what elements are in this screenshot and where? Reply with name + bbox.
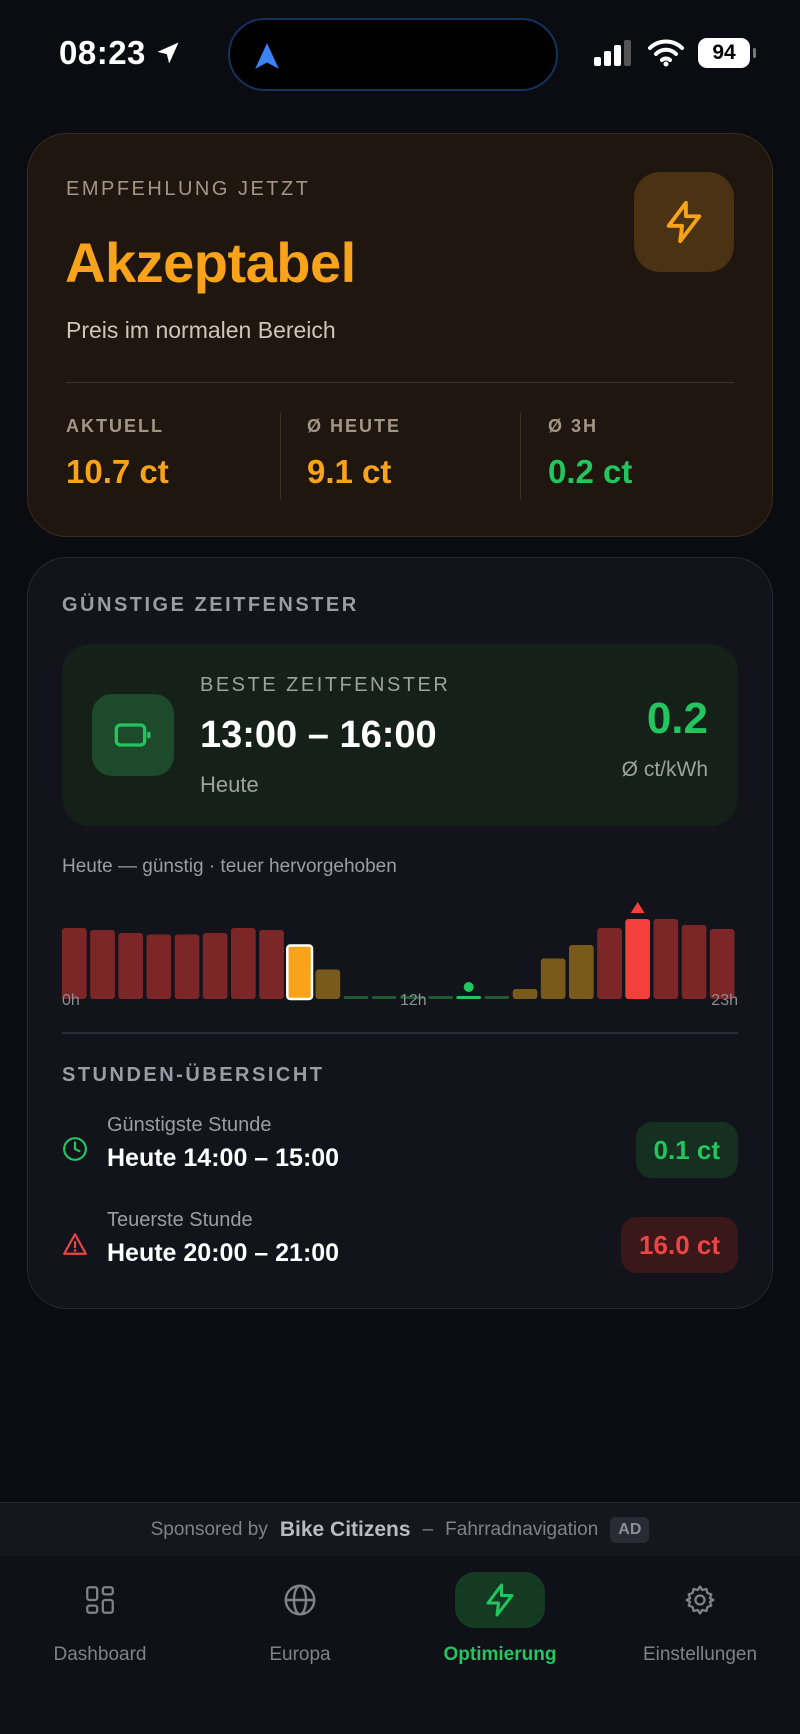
sponsor-prefix: Sponsored by	[150, 1518, 268, 1540]
chart-bar-hour-20	[625, 919, 650, 999]
sponsor-banner[interactable]: Sponsored by Bike Citizens – Fahrradnavi…	[0, 1502, 800, 1556]
status-bar: 08:23 94	[0, 0, 800, 110]
divider	[66, 382, 734, 383]
stat-average-today: Ø HEUTE 9.1 ct	[307, 416, 402, 490]
axis-label-start: 0h	[62, 992, 80, 1009]
status-time: 08:23	[59, 34, 182, 72]
chart-bar-hour-2	[118, 933, 143, 999]
dashboard-icon	[86, 1586, 114, 1614]
axis-label-end: 23h	[711, 992, 738, 1009]
cellular-signal-icon	[594, 40, 631, 66]
wifi-icon	[648, 39, 684, 67]
hours-overview-title: STUNDEN-ÜBERSICHT	[62, 1064, 325, 1086]
status-indicators: 94	[594, 38, 756, 68]
recommendation-subtitle: Preis im normalen Bereich	[66, 317, 336, 343]
tab-einstellungen[interactable]: Einstellungen	[600, 1572, 800, 1682]
best-window-time: 13:00 – 16:00	[200, 714, 437, 756]
most-expensive-hour-marker	[630, 902, 645, 913]
chart-bar-hour-14	[456, 996, 481, 999]
best-window-label: BESTE ZEITFENSTER	[200, 674, 451, 696]
chart-bar-hour-1	[90, 930, 115, 999]
tab-europa[interactable]: Europa	[200, 1572, 400, 1682]
clock-icon	[63, 1137, 87, 1161]
tab-optimierung[interactable]: Optimierung	[400, 1572, 600, 1682]
sponsor-brand: Bike Citizens	[279, 1517, 411, 1541]
chart-bar-hour-16	[512, 989, 538, 999]
chart-bar-hour-10	[343, 996, 369, 999]
most-expensive-hour-price: 16.0 ct	[621, 1217, 738, 1273]
bolt-icon	[666, 200, 702, 244]
chart-bar-hour-17	[540, 958, 566, 999]
most-expensive-hour-row[interactable]: Teuerste Stunde Heute 20:00 – 21:00 16.0…	[62, 1209, 738, 1279]
best-window-panel[interactable]: BESTE ZEITFENSTER 13:00 – 16:00 Heute 0.…	[62, 644, 738, 826]
cheapest-hour-row[interactable]: Günstigste Stunde Heute 14:00 – 15:00 0.…	[62, 1114, 738, 1184]
recommendation-badge	[634, 172, 734, 272]
stat-current: AKTUELL 10.7 ct	[66, 416, 169, 490]
cheapest-hour-price: 0.1 ct	[635, 1122, 738, 1178]
cheapest-hour-label: Günstigste Stunde	[107, 1114, 272, 1136]
best-window-day: Heute	[200, 772, 259, 797]
navigation-arrow-icon	[255, 43, 279, 69]
chart-bar-hour-23	[709, 929, 735, 999]
cheapest-hour-time: Heute 14:00 – 15:00	[107, 1144, 340, 1172]
chart-bar-hour-8	[286, 944, 314, 1001]
stat-average-3h: Ø 3H 0.2 ct	[548, 416, 633, 490]
warning-triangle-icon	[63, 1233, 87, 1255]
section-title: GÜNSTIGE ZEITFENSTER	[62, 594, 359, 616]
chart-bar-hour-22	[681, 925, 707, 999]
chart-bar-hour-9	[315, 969, 341, 999]
chart-bar-hour-11	[371, 996, 397, 999]
chart-bar-hour-13	[428, 996, 453, 999]
sponsor-tagline: Fahrradnavigation	[445, 1518, 599, 1540]
location-arrow-icon	[157, 42, 179, 64]
most-expensive-hour-time: Heute 20:00 – 21:00	[107, 1239, 340, 1267]
recommendation-card: EMPFEHLUNG JETZT Akzeptabel Preis im nor…	[27, 133, 773, 537]
divider	[520, 413, 521, 499]
ad-badge: AD	[610, 1516, 650, 1543]
best-window-unit: Ø ct/kWh	[621, 758, 708, 781]
sponsor-separator: –	[422, 1518, 434, 1540]
chart-bar-hour-18	[569, 945, 594, 999]
best-window-value: 0.2	[646, 694, 708, 743]
chart-bar-hour-3	[146, 934, 172, 999]
chart-bar-hour-7	[259, 930, 284, 999]
recommendation-headline: Akzeptabel	[65, 231, 356, 294]
divider	[62, 1032, 738, 1034]
battery-icon	[114, 723, 151, 747]
chart-bar-hour-19	[597, 928, 622, 999]
dynamic-island	[228, 18, 558, 91]
bolt-icon	[486, 1583, 514, 1617]
divider	[280, 413, 281, 499]
cheapest-hour-marker	[463, 982, 474, 992]
tab-bar: Dashboard Europa Optimierung Einstellung…	[0, 1556, 800, 1734]
gear-icon	[685, 1585, 715, 1615]
chart-bar-hour-5	[202, 933, 228, 999]
recommendation-label: EMPFEHLUNG JETZT	[66, 178, 311, 200]
most-expensive-hour-label: Teuerste Stunde	[107, 1209, 253, 1231]
chart-bar-hour-15	[484, 996, 510, 999]
time-windows-card: GÜNSTIGE ZEITFENSTER BESTE ZEITFENSTER 1…	[27, 557, 773, 1309]
chart-bar-hour-4	[174, 934, 200, 999]
axis-label-mid: 12h	[400, 992, 427, 1009]
chart-bar-hour-21	[653, 919, 679, 999]
chart-bar-hour-0	[62, 928, 87, 999]
battery-charge-badge	[92, 694, 174, 776]
battery-indicator: 94	[698, 38, 756, 68]
chart-bar-hour-6	[231, 928, 256, 999]
tab-dashboard[interactable]: Dashboard	[0, 1572, 200, 1682]
globe-icon	[284, 1584, 316, 1616]
chart-caption: Heute — günstig · teuer hervorgehoben	[62, 856, 397, 877]
